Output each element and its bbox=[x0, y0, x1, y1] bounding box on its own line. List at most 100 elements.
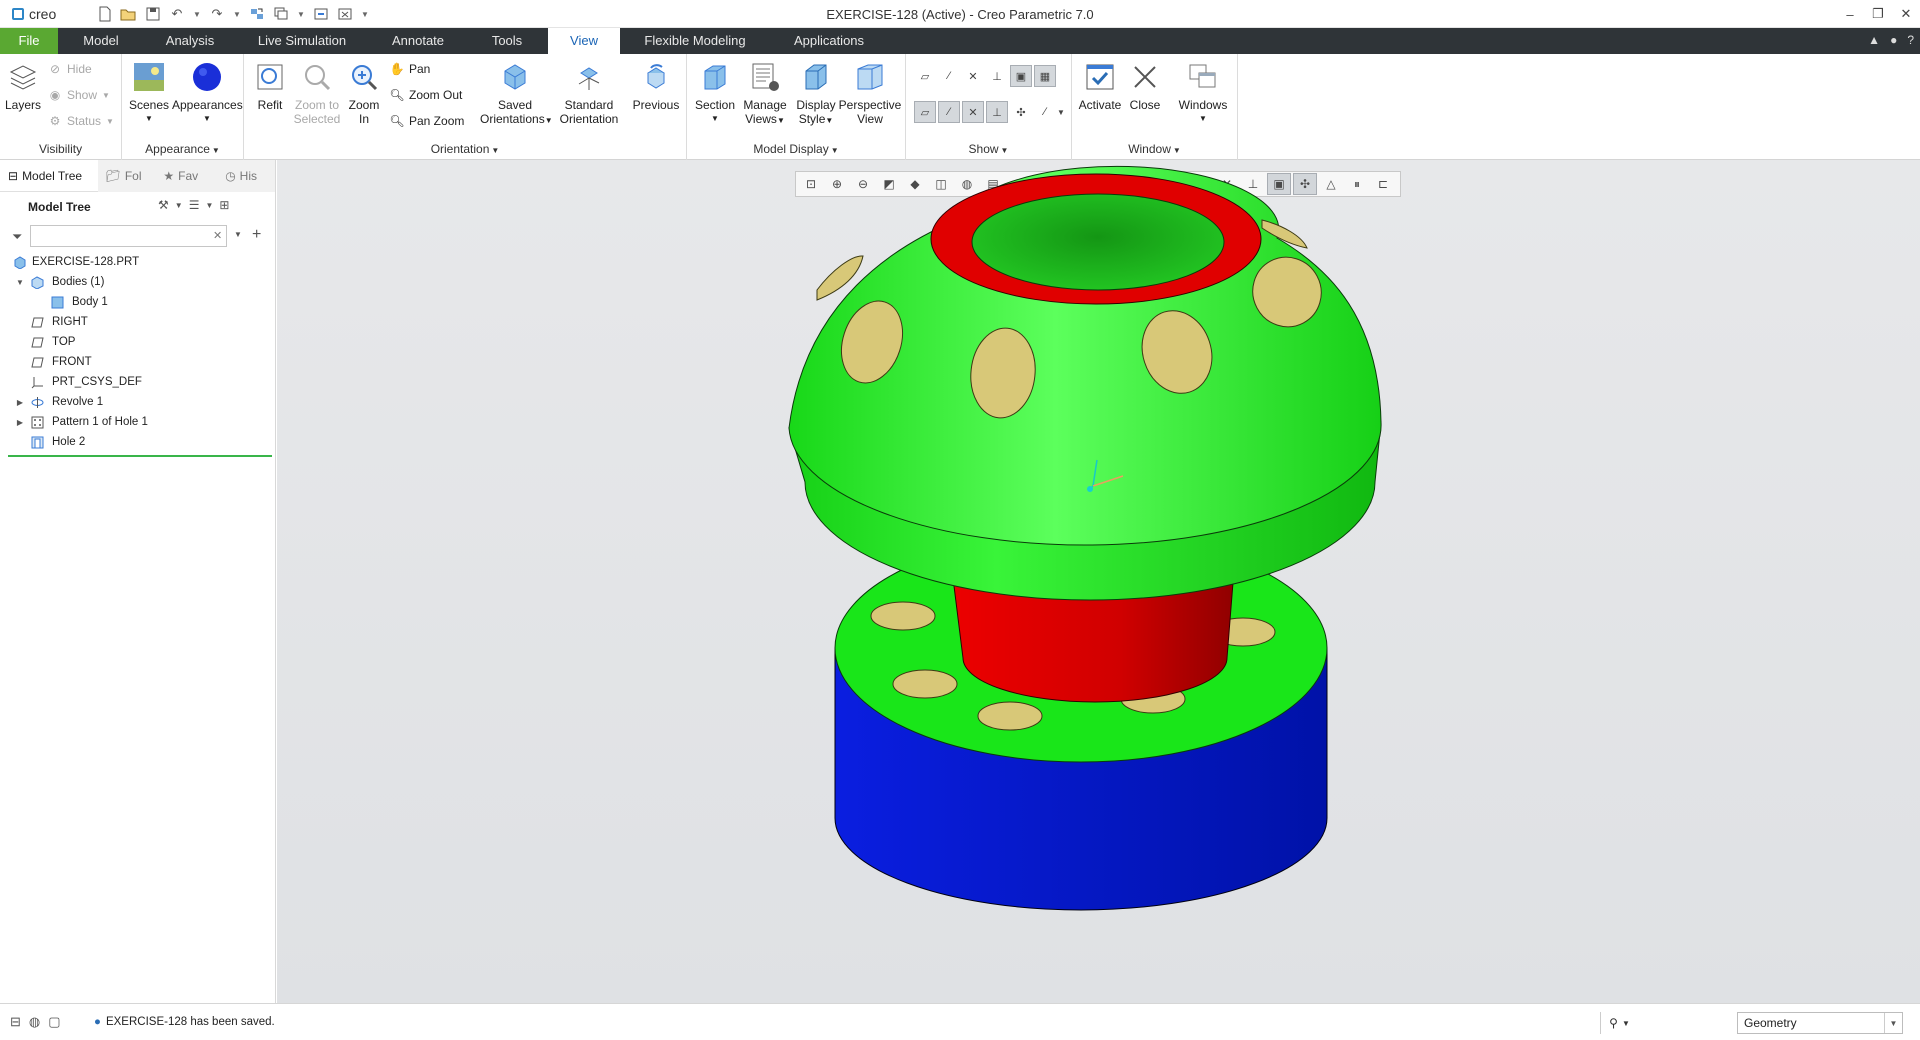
add-filter-icon[interactable]: + bbox=[252, 226, 261, 244]
hide-button[interactable]: ⊘ Hide bbox=[48, 58, 92, 80]
section-button[interactable]: Section ▼ bbox=[691, 60, 739, 126]
axis-display-icon[interactable]: ⁄ bbox=[938, 65, 960, 87]
full-screen-icon[interactable]: ▢ bbox=[48, 1014, 60, 1030]
clear-search-icon[interactable]: ✕ bbox=[213, 229, 222, 242]
tab-model-tree[interactable]: ⊟ Model Tree bbox=[0, 160, 98, 192]
group-label-window[interactable]: Window ▼ bbox=[1072, 142, 1237, 156]
selection-filter-select[interactable]: Geometry ▼ bbox=[1737, 1012, 1903, 1034]
help-icon[interactable]: ? bbox=[1907, 33, 1914, 47]
pattern-icon bbox=[30, 415, 44, 429]
tree-node-front[interactable]: FRONT bbox=[0, 352, 276, 372]
tab-history[interactable]: ◷ His bbox=[217, 159, 275, 192]
axis-tag-display-icon[interactable]: ⁄ bbox=[938, 101, 960, 123]
windows-button[interactable]: Windows ▼ bbox=[1172, 60, 1234, 126]
pan-button[interactable]: ✋ Pan bbox=[390, 58, 431, 80]
tree-node-hole-2[interactable]: Hole 2 bbox=[0, 432, 276, 452]
group-label-show[interactable]: Show ▼ bbox=[906, 142, 1071, 156]
point-tag-display-icon[interactable]: ▦ bbox=[1034, 65, 1056, 87]
tab-favorites[interactable]: ★ Fav bbox=[155, 159, 218, 192]
manage-views-button[interactable]: Manage Views▼ bbox=[739, 60, 791, 128]
tree-node-bodies[interactable]: ▼ Bodies (1) bbox=[0, 272, 276, 292]
close-button[interactable]: ✕ bbox=[1892, 0, 1920, 28]
annotation-display-icon[interactable]: ▱ bbox=[914, 101, 936, 123]
tab-file[interactable]: File bbox=[0, 28, 58, 54]
scenes-icon bbox=[132, 60, 166, 94]
expand-icon[interactable]: ▶ bbox=[14, 398, 26, 407]
previous-button[interactable]: Previous bbox=[628, 60, 684, 112]
spin-center-display-icon[interactable]: ✣ bbox=[1010, 101, 1032, 123]
tree-node-revolve-1[interactable]: ▶ Revolve 1 bbox=[0, 392, 276, 412]
graphics-window[interactable]: ⊡ ⊕ ⊖ ◩ ◆ ◫ ◍ ▤ ◧ ◭ ◐ ◪ ⁄ ⁘ ▱ ∕ ✕ ⊥ ▣ ✣ … bbox=[277, 160, 1920, 1003]
hole-icon bbox=[30, 435, 44, 449]
plane-tag-display-icon[interactable]: ▣ bbox=[1010, 65, 1032, 87]
display-style-button[interactable]: Display Style▼ bbox=[791, 60, 841, 128]
perspective-view-button[interactable]: Perspective View bbox=[835, 60, 905, 126]
tree-settings-icon[interactable]: ⚒ bbox=[158, 198, 169, 212]
show-button[interactable]: ◉ Show ▼ bbox=[48, 84, 110, 106]
minimize-button[interactable]: – bbox=[1836, 0, 1864, 28]
expand-icon[interactable]: ▶ bbox=[14, 418, 26, 427]
collapse-icon[interactable]: ▼ bbox=[14, 278, 26, 287]
model-tree-search-input[interactable] bbox=[30, 225, 227, 247]
status-button[interactable]: ⚙ Status ▼ bbox=[48, 110, 114, 132]
browser-icon[interactable]: ◍ bbox=[29, 1014, 40, 1030]
tree-node-right[interactable]: RIGHT bbox=[0, 312, 276, 332]
tree-columns-icon[interactable]: ⊞ bbox=[219, 198, 229, 212]
activate-button[interactable]: Activate bbox=[1072, 60, 1128, 112]
zoom-in-button[interactable]: Zoom In bbox=[344, 60, 384, 126]
show-more-dropdown-icon[interactable]: ▼ bbox=[1054, 101, 1068, 123]
tab-folder-browser[interactable]: 📁︎ Fol bbox=[97, 159, 156, 192]
tab-model[interactable]: Model bbox=[66, 28, 136, 54]
csys-tag-display-icon[interactable]: ⊥ bbox=[986, 101, 1008, 123]
group-visibility: Layers ⊘ Hide ◉ Show ▼ ⚙ Status ▼ Visibi… bbox=[0, 54, 122, 160]
search-dropdown-icon[interactable]: ▼ bbox=[234, 230, 242, 239]
zoom-out-button[interactable]: 🔍︎ Zoom Out bbox=[389, 84, 462, 106]
tree-settings-dropdown-icon[interactable]: ▼ bbox=[175, 201, 183, 210]
tab-applications[interactable]: Applications bbox=[776, 28, 882, 54]
plane-display-icon[interactable]: ⏥ bbox=[914, 65, 936, 87]
saved-orientations-button[interactable]: Saved Orientations▼ bbox=[480, 60, 553, 128]
zoom-to-selected-icon bbox=[300, 60, 334, 94]
tree-show-dropdown-icon[interactable]: ▼ bbox=[205, 201, 213, 210]
group-label-orientation[interactable]: Orientation ▼ bbox=[244, 142, 686, 156]
user-icon[interactable]: ● bbox=[1890, 33, 1897, 47]
restore-button[interactable]: ❐ bbox=[1864, 0, 1892, 28]
csys-display-icon[interactable]: ⊥ bbox=[986, 65, 1008, 87]
point-display-icon[interactable]: ✕ bbox=[962, 65, 984, 87]
group-label-visibility: Visibility bbox=[38, 142, 83, 156]
close-window-button[interactable]: Close bbox=[1122, 60, 1168, 112]
point-symbol-display-icon[interactable]: ✕ bbox=[962, 101, 984, 123]
find-button[interactable]: ⚲ ▼ bbox=[1600, 1012, 1638, 1034]
collapse-ribbon-icon[interactable]: ▲ bbox=[1868, 33, 1880, 47]
refit-button[interactable]: Refit bbox=[250, 60, 290, 112]
show-icon: ◉ bbox=[49, 88, 61, 102]
tree-show-icon[interactable]: ☰ bbox=[189, 198, 200, 212]
tab-flexible-modeling[interactable]: Flexible Modeling bbox=[632, 28, 758, 54]
tree-node-exercise-128-prt[interactable]: EXERCISE-128.PRT bbox=[0, 252, 276, 272]
insert-here-indicator[interactable] bbox=[8, 455, 272, 457]
group-label-appearance[interactable]: Appearance ▼ bbox=[122, 142, 243, 156]
pan-zoom-button[interactable]: 🔍︎ Pan Zoom bbox=[389, 110, 464, 132]
tab-live-simulation[interactable]: Live Simulation bbox=[246, 28, 358, 54]
appearances-button[interactable]: Appearances ▼ bbox=[172, 60, 243, 126]
tab-view[interactable]: View bbox=[548, 28, 620, 54]
tree-node-pattern-1-of-hole-1[interactable]: ▶ Pattern 1 of Hole 1 bbox=[0, 412, 276, 432]
tree-node-prt-csys-def[interactable]: PRT_CSYS_DEF bbox=[0, 372, 276, 392]
tab-analysis[interactable]: Analysis bbox=[152, 28, 228, 54]
group-label-model-display[interactable]: Model Display ▼ bbox=[687, 142, 905, 156]
toggle-navigator-icon[interactable]: ⊟ bbox=[10, 1014, 21, 1030]
tab-annotate[interactable]: Annotate bbox=[376, 28, 460, 54]
scenes-button[interactable]: Scenes ▼ bbox=[124, 60, 174, 126]
curve-display-icon[interactable]: ∕ bbox=[1034, 101, 1056, 123]
window-title: EXERCISE-128 (Active) - Creo Parametric … bbox=[826, 7, 1094, 22]
standard-orientation-button[interactable]: Standard Orientation bbox=[554, 60, 624, 126]
filter-icon[interactable]: ⏷ bbox=[12, 229, 22, 245]
tree-node-top[interactable]: TOP bbox=[0, 332, 276, 352]
zoom-to-selected-button[interactable]: Zoom to Selected bbox=[292, 60, 342, 126]
tab-tools[interactable]: Tools bbox=[478, 28, 536, 54]
info-bullet-icon: ● bbox=[94, 1016, 101, 1028]
tree-node-body-1[interactable]: Body 1 bbox=[0, 292, 276, 312]
layers-button[interactable]: Layers bbox=[4, 60, 42, 112]
display-style-icon bbox=[799, 60, 833, 94]
3d-model[interactable] bbox=[277, 160, 1920, 1003]
